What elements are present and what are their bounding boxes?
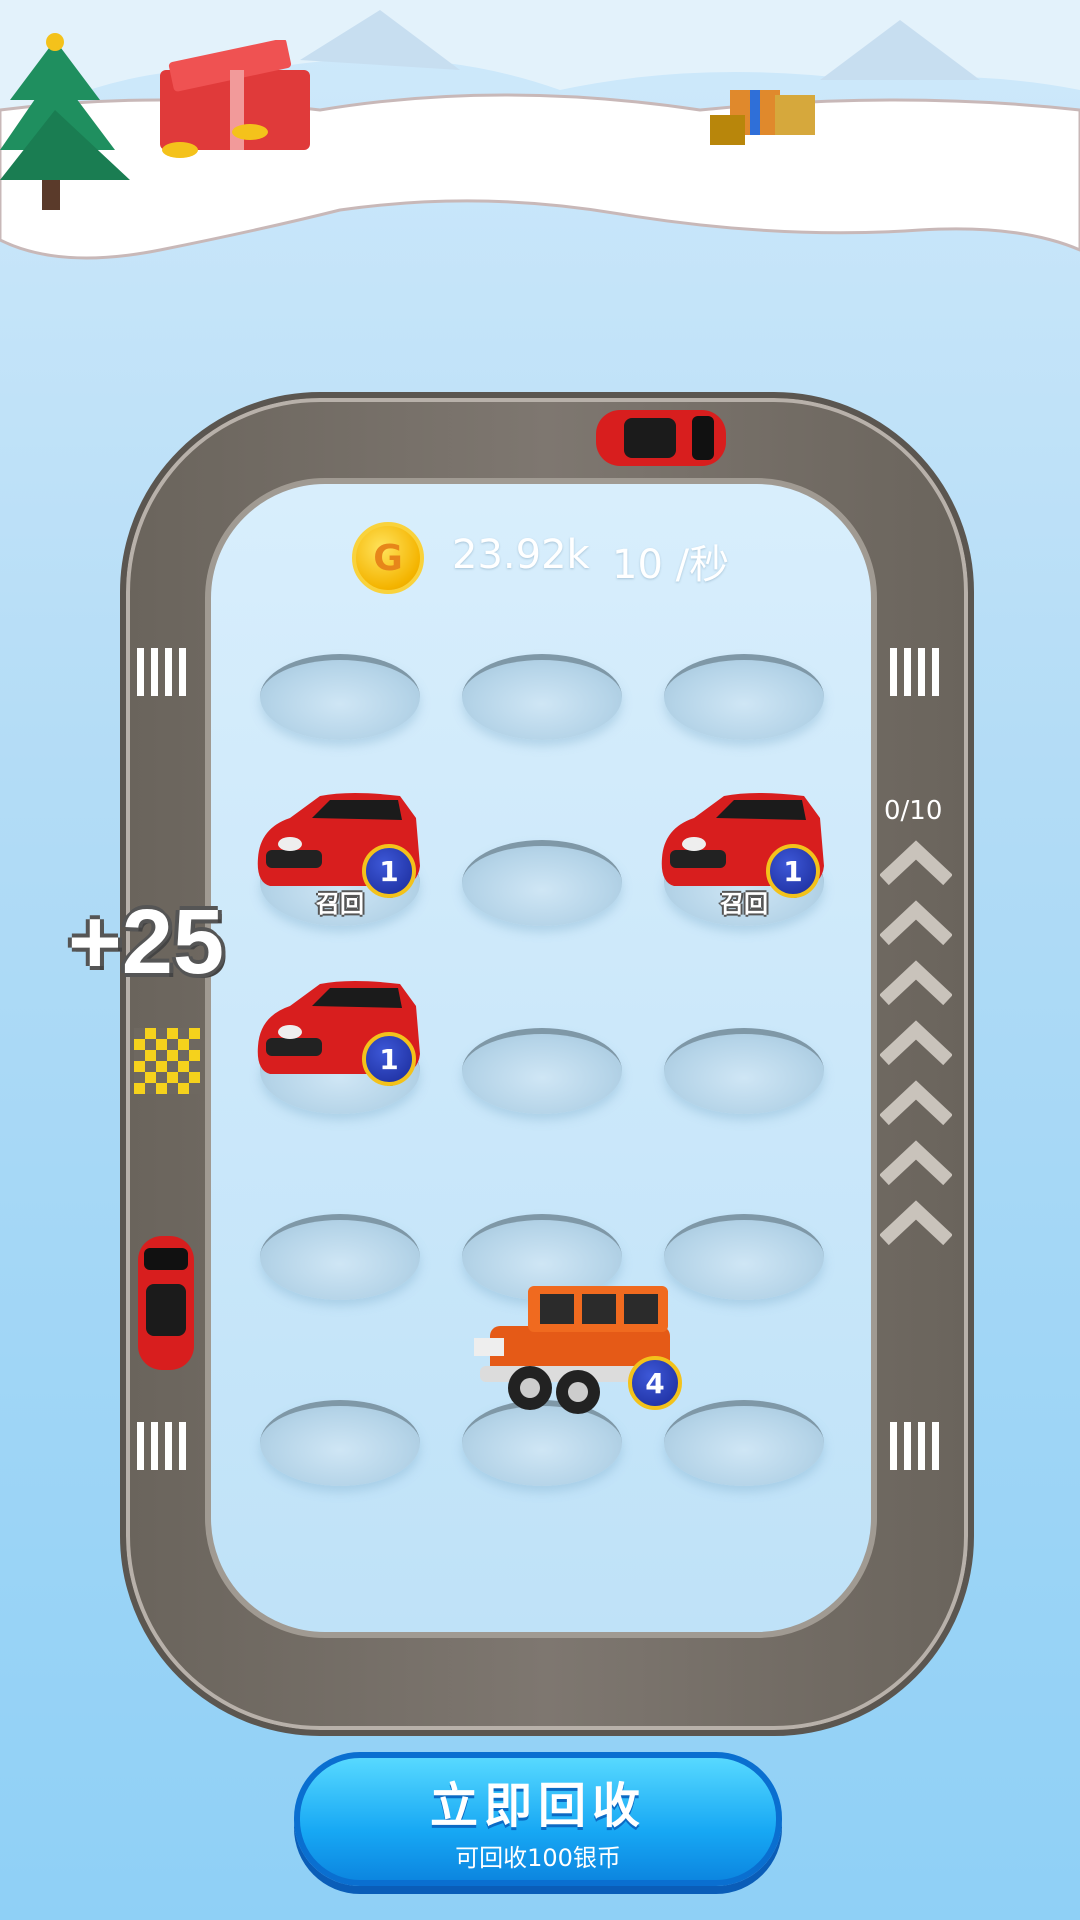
- parked-car[interactable]: 1 召回: [250, 788, 422, 918]
- car-slot[interactable]: [462, 654, 622, 740]
- dragged-car[interactable]: 4: [470, 1276, 700, 1416]
- recycle-button-label: 立即回收: [429, 1777, 646, 1834]
- car-level-badge: 1: [362, 844, 416, 898]
- car-level-badge: 1: [362, 1032, 416, 1086]
- car-slot[interactable]: [462, 840, 622, 926]
- car-slot[interactable]: [260, 1400, 420, 1486]
- car-slot[interactable]: [260, 1214, 420, 1300]
- car-slot[interactable]: [462, 1028, 622, 1114]
- recall-button[interactable]: 召回: [720, 884, 768, 919]
- floating-reward-text: +25: [68, 891, 225, 993]
- parked-car[interactable]: 1 召回: [654, 788, 826, 918]
- car-slot[interactable]: [664, 1028, 824, 1114]
- recall-button[interactable]: 召回: [316, 884, 364, 919]
- parked-car[interactable]: 1: [250, 976, 422, 1088]
- car-slot[interactable]: [664, 654, 824, 740]
- car-level-badge: 1: [766, 844, 820, 898]
- car-slot[interactable]: [260, 654, 420, 740]
- car-level-badge: 4: [628, 1356, 682, 1410]
- game-stage: 0/10 G 23.92k 10 /秒 1 召回 1 召回 1 +25 4 立即…: [0, 0, 1080, 1920]
- recycle-button-sublabel: 可回收100银币: [455, 1843, 621, 1872]
- recycle-now-button[interactable]: 立即回收 可回收100银币: [294, 1752, 782, 1886]
